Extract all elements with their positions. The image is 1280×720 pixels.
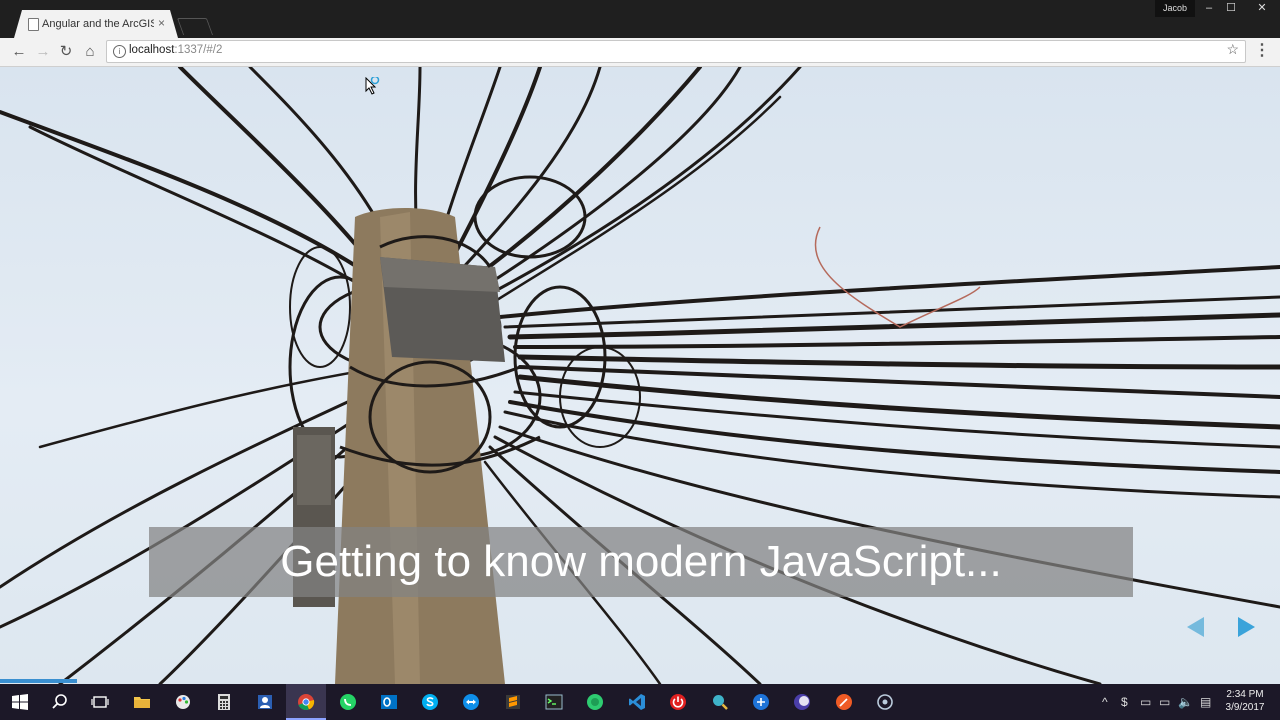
clock-time: 2:34 PM xyxy=(1226,689,1264,700)
sublime-text-icon[interactable] xyxy=(493,684,533,720)
address-bar[interactable]: i localhost:1337/#/2 ☆ xyxy=(106,40,1246,63)
calculator-icon[interactable] xyxy=(204,684,244,720)
url-text: localhost:1337/#/2 xyxy=(129,44,222,56)
power-icon[interactable] xyxy=(658,684,698,720)
tab-close-icon[interactable]: × xyxy=(158,16,165,30)
eclipse-icon[interactable] xyxy=(782,684,822,720)
minimize-button[interactable]: – xyxy=(1198,0,1220,17)
slide-caption-text: Getting to know modern JavaScript... xyxy=(280,537,1002,586)
windows-start-icon[interactable] xyxy=(0,684,40,720)
profile-button[interactable]: Jacob xyxy=(1155,0,1195,17)
chat-icon[interactable] xyxy=(575,684,615,720)
mouse-cursor-icon xyxy=(365,77,380,95)
teamviewer-icon[interactable] xyxy=(451,684,491,720)
slide-progress-bar xyxy=(0,679,77,683)
outlook-icon[interactable] xyxy=(369,684,409,720)
bookmark-star-icon[interactable]: ☆ xyxy=(1226,41,1239,58)
back-button[interactable]: ← xyxy=(9,42,29,62)
whatsapp-icon[interactable] xyxy=(328,684,368,720)
network-icon[interactable] xyxy=(741,684,781,720)
task-view-icon[interactable] xyxy=(80,684,120,720)
magnifier-icon[interactable] xyxy=(700,684,740,720)
tray-overflow-icon[interactable]: ^ xyxy=(1102,684,1108,720)
chrome-icon[interactable] xyxy=(286,684,326,720)
browser-toolbar: ← → ↻ ⌂ i localhost:1337/#/2 ☆ ⋮ xyxy=(0,38,1280,67)
forward-button[interactable]: → xyxy=(33,42,53,62)
url-host: localhost xyxy=(129,44,175,56)
clock-date: 3/9/2017 xyxy=(1225,702,1265,713)
terminal-icon[interactable] xyxy=(534,684,574,720)
next-slide-button[interactable] xyxy=(1238,617,1255,637)
maximize-button[interactable]: ☐ xyxy=(1220,0,1242,17)
battery-icon[interactable]: ▭ xyxy=(1140,684,1151,720)
url-path: :1337/#/2 xyxy=(174,44,223,56)
file-explorer-icon[interactable] xyxy=(122,684,162,720)
slide-viewport: Getting to know modern JavaScript... xyxy=(0,67,1280,684)
site-info-icon[interactable]: i xyxy=(113,45,126,58)
close-window-button[interactable]: ✕ xyxy=(1244,0,1280,17)
reload-button[interactable]: ↻ xyxy=(56,42,76,62)
browser-menu-button[interactable]: ⋮ xyxy=(1254,42,1270,62)
browser-titlebar: Angular and the ArcGIS / × Jacob – ☐ ✕ xyxy=(0,0,1280,38)
taskbar-clock[interactable]: 2:34 PM 3/9/2017 xyxy=(1220,688,1270,714)
speaker-icon[interactable]: 🔈 xyxy=(1178,684,1193,720)
paint-icon[interactable] xyxy=(163,684,203,720)
slide-caption: Getting to know modern JavaScript... xyxy=(149,527,1133,597)
browser-tab[interactable]: Angular and the ArcGIS / × xyxy=(14,10,178,38)
windows-taskbar: ^ $ ▭ ▭ 🔈 ▤ 2:34 PM 3/9/2017 xyxy=(0,684,1280,720)
tray-app-icon[interactable]: $ xyxy=(1121,684,1128,720)
notifications-icon[interactable]: ▤ xyxy=(1200,684,1211,720)
tab-title: Angular and the ArcGIS / xyxy=(42,18,154,30)
display-icon[interactable]: ▭ xyxy=(1159,684,1170,720)
settings-icon[interactable] xyxy=(865,684,905,720)
vscode-icon[interactable] xyxy=(617,684,657,720)
search-icon[interactable] xyxy=(40,684,80,720)
new-tab-button[interactable] xyxy=(176,18,214,35)
skype-icon[interactable] xyxy=(410,684,450,720)
contacts-icon[interactable] xyxy=(245,684,285,720)
postman-icon[interactable] xyxy=(824,684,864,720)
previous-slide-button[interactable] xyxy=(1187,617,1204,637)
home-button[interactable]: ⌂ xyxy=(80,42,100,62)
page-favicon-icon xyxy=(28,18,39,31)
